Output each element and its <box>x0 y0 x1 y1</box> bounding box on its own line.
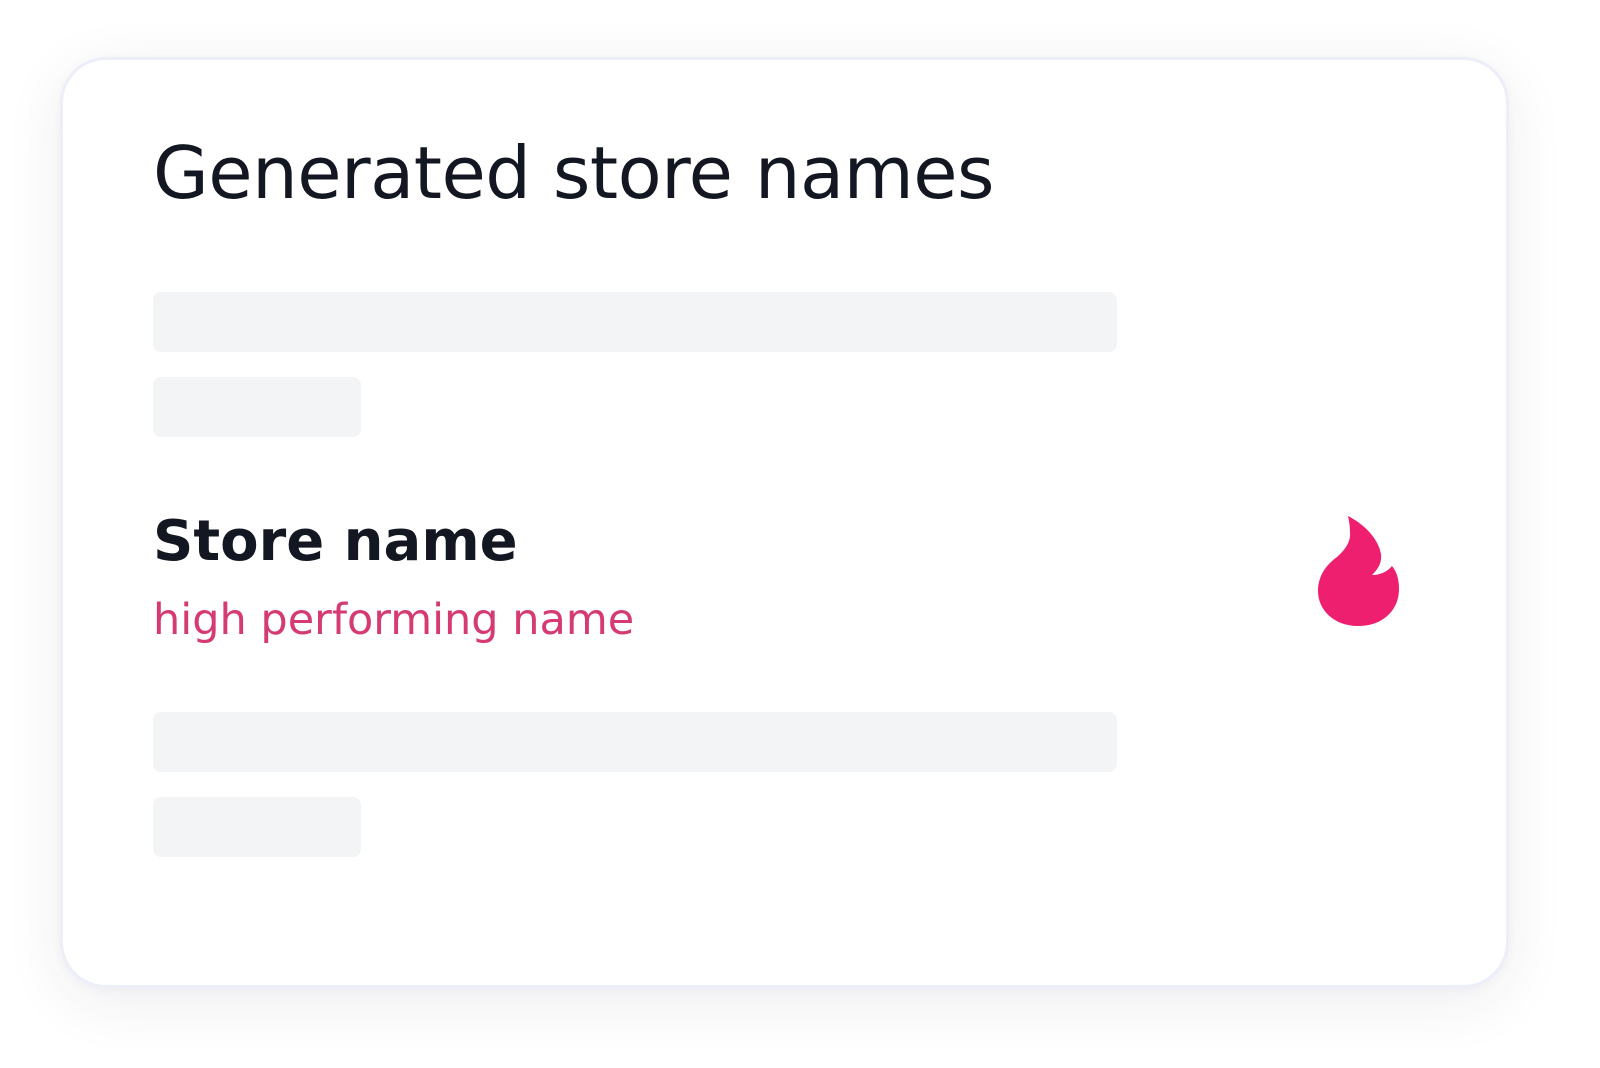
skeleton-line-long <box>153 292 1117 352</box>
performance-tag: high performing name <box>153 595 635 645</box>
store-names-card: Generated store names Store name high pe… <box>60 57 1509 988</box>
skeleton-line-short <box>153 377 361 437</box>
skeleton-line-short <box>153 797 361 857</box>
store-name-label: Store name <box>153 509 518 574</box>
flame-icon-shape <box>1318 516 1399 626</box>
flame-icon <box>1318 516 1399 626</box>
page: Generated store names Store name high pe… <box>0 0 1600 1068</box>
skeleton-line-long <box>153 712 1117 772</box>
card-title: Generated store names <box>153 131 995 215</box>
